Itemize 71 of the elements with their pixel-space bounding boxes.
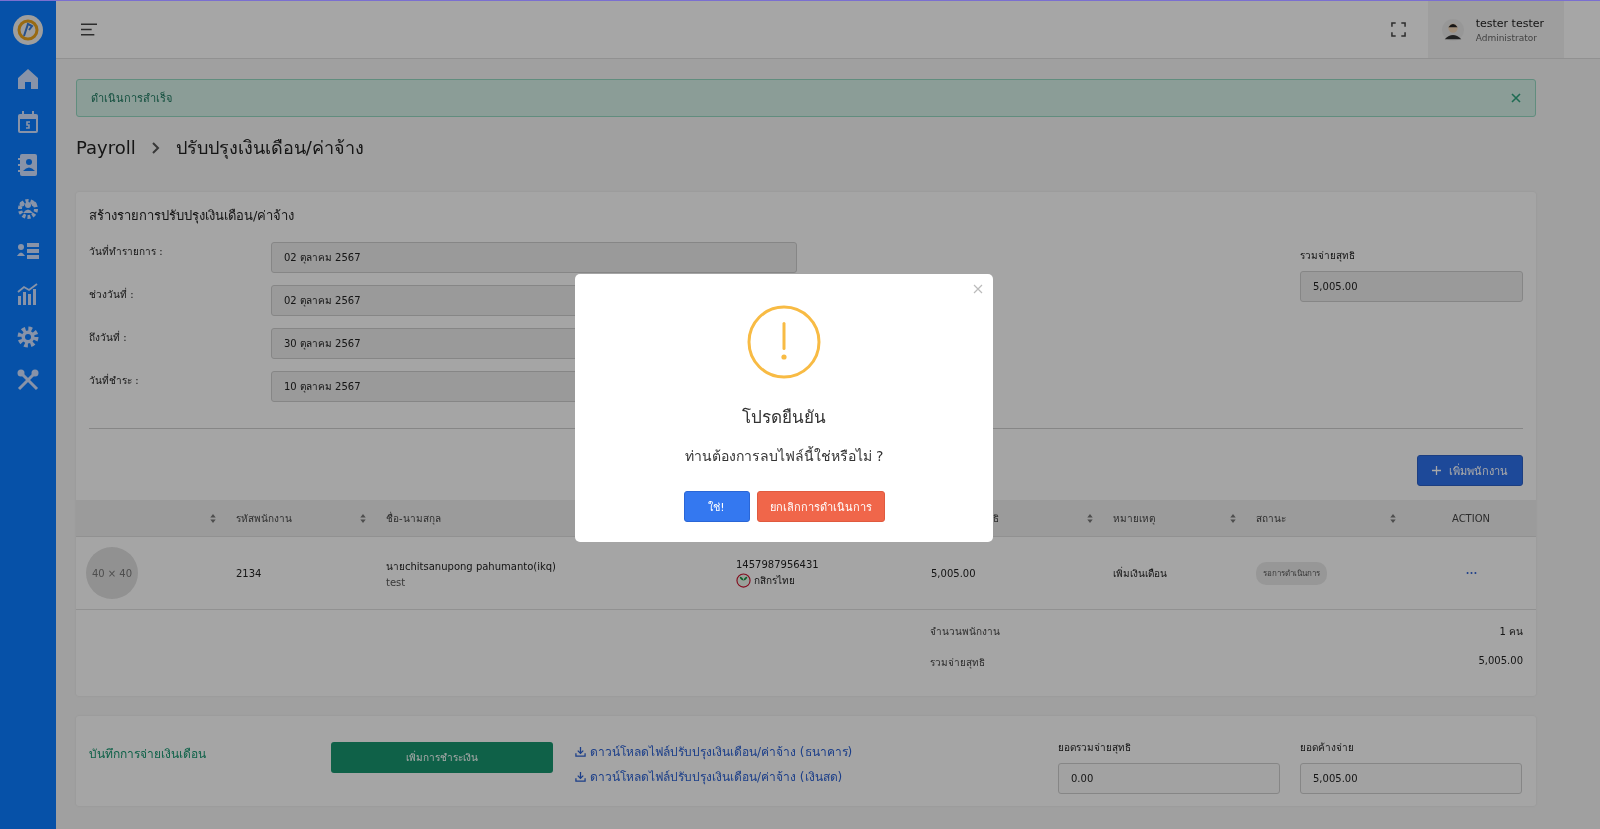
download-icon (575, 746, 586, 757)
tools-icon[interactable] (16, 368, 40, 392)
field-label: วันที่ทำรายการ : (89, 243, 164, 259)
column-header: ACTION (1451, 512, 1491, 524)
cancel-button[interactable]: ยกเลิกการดำเนินการ (756, 491, 885, 522)
calendar-icon[interactable] (16, 110, 40, 134)
confirm-button[interactable]: ใช่! (683, 491, 750, 522)
team-gear-icon[interactable] (16, 196, 40, 220)
total-field[interactable]: 5,005.00 (1300, 271, 1523, 302)
chevron-right-icon (151, 141, 160, 154)
warning-icon (747, 305, 821, 379)
field-label: ยอดค้างจ่าย (1300, 741, 1355, 755)
summary-value: 5,005.00 (1478, 655, 1523, 668)
dialog-message: ท่านต้องการลบไฟล์นี้ใช่หรือไม่ ? (684, 445, 884, 466)
download-link[interactable]: ดาวน์โหลดไฟล์ปรับปรุงเงินเดือน/ค่าจ้าง (ธนาคาร) (575, 742, 853, 761)
avatar-size-text: 40 × 40 (91, 567, 133, 579)
user-name: tester tester (1475, 16, 1544, 30)
field-label: ช่วงวันที่ : (89, 286, 135, 302)
user-avatar-icon (1441, 18, 1464, 41)
download-link[interactable]: ดาวน์โหลดไฟล์ปรับปรุงเงินเดือน/ค่าจ้าง (เงินสด) (575, 767, 843, 786)
alert-message: ดำเนินการสำเร็จ (91, 90, 173, 107)
download-icon (575, 771, 586, 782)
close-icon[interactable] (1511, 93, 1521, 103)
add-payment-button[interactable]: เพิ่มการชำระเงิน (331, 742, 553, 773)
fullscreen-icon[interactable] (1390, 22, 1406, 37)
table-cell: เพิ่มเงินเดือน (1113, 565, 1167, 581)
breadcrumb-item: ปรับปรุงเงินเดือน/ค่าจ้าง (175, 136, 364, 161)
bank-name: กสิกรไทย (754, 573, 795, 588)
home-icon[interactable] (16, 67, 40, 91)
card-title: บันทึกการจ่ายเงินเดือน (89, 746, 207, 763)
card-title: สร้างรายการปรับปรุงเงินเดือน/ค่าจ้าง (89, 207, 296, 226)
sort-icon[interactable] (1087, 513, 1093, 523)
sort-icon[interactable] (1390, 513, 1396, 523)
field-label: ถึงวันที่ : (89, 329, 128, 345)
menu-icon[interactable] (81, 23, 97, 36)
user-role: Administrator (1475, 32, 1539, 43)
column-header[interactable]: หมายเหตุ (1113, 510, 1155, 526)
plus-icon (1432, 466, 1441, 475)
amount-field[interactable]: 5,005.00 (1300, 763, 1522, 794)
column-header[interactable]: รหัสพนักงาน (236, 510, 292, 526)
column-header: ชื่อ-นามสกุล (386, 510, 441, 526)
sort-icon[interactable] (210, 513, 216, 523)
user-menu[interactable]: tester tester Administrator (1427, 1, 1564, 58)
summary-label: รวมจ่ายสุทธิ (930, 656, 985, 670)
more-icon[interactable] (1465, 571, 1477, 575)
employee-note: test (386, 576, 406, 588)
amount-field[interactable]: 0.00 (1058, 763, 1280, 794)
bank-logo-icon (736, 572, 751, 588)
field-label: วันที่ชำระ : (89, 372, 140, 388)
breadcrumb-item[interactable]: Payroll (76, 137, 136, 158)
account-number: 1457987956431 (736, 558, 819, 570)
chart-icon[interactable] (16, 282, 40, 306)
field-label: รวมจ่ายสุทธิ (1300, 249, 1356, 263)
employee-name: นายchitsanupong pahumanto(ikq) (386, 559, 556, 574)
sort-icon[interactable] (360, 513, 366, 523)
column-header[interactable]: สถานะ (1256, 510, 1286, 526)
close-icon[interactable] (973, 284, 983, 294)
settings-icon[interactable] (16, 325, 40, 349)
dialog-title: โปรดยืนยัน (742, 406, 826, 429)
add-employee-button[interactable]: เพิ่มพนักงาน (1417, 455, 1523, 486)
date-field[interactable]: 02 ตุลาคม 2567 (271, 242, 797, 273)
logo-icon[interactable] (12, 14, 44, 46)
summary-value: 1 คน (1499, 625, 1523, 639)
table-cell: 5,005.00 (931, 567, 976, 579)
summary-label: จำนวนพนักงาน (930, 625, 1000, 639)
column-header[interactable]: ธิ (993, 510, 999, 526)
sort-icon[interactable] (1230, 513, 1236, 523)
field-label: ยอดรวมจ่ายสุทธิ (1058, 741, 1132, 755)
status-badge: รอการดำเนินการ (1256, 561, 1327, 585)
table-cell: 2134 (236, 567, 262, 579)
contact-book-icon[interactable] (16, 153, 40, 177)
